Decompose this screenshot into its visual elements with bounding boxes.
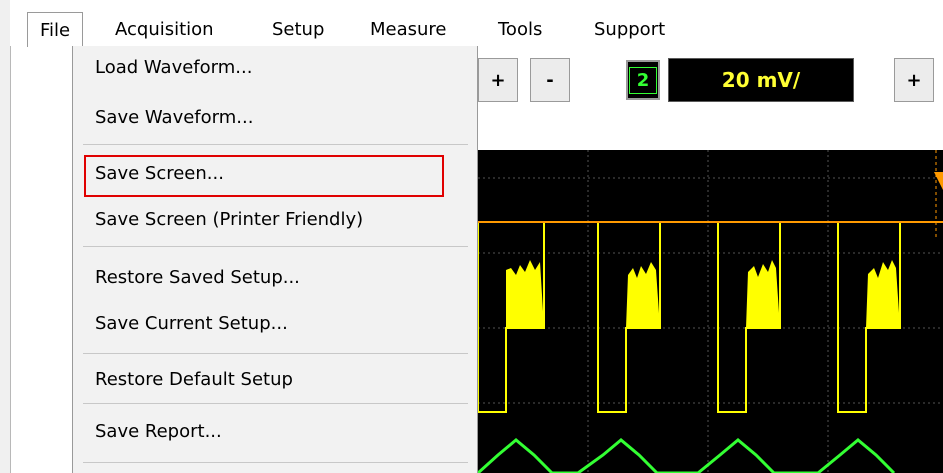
trigger-marker-icon — [934, 172, 943, 190]
window-left-edge — [0, 0, 11, 473]
menu-item-save-current-setup[interactable]: Save Current Setup... — [95, 306, 288, 342]
waveform-display — [478, 150, 943, 473]
menu-file[interactable]: File — [27, 12, 84, 47]
menu-item-restore-saved-setup[interactable]: Restore Saved Setup... — [95, 260, 300, 296]
menu-bar: File Acquisition Setup Measure Tools Sup… — [10, 0, 943, 47]
menu-measure[interactable]: Measure — [370, 16, 447, 44]
menu-support[interactable]: Support — [594, 16, 665, 44]
menu-separator — [83, 353, 468, 354]
menu-separator — [83, 144, 468, 145]
menu-tools[interactable]: Tools — [498, 16, 542, 44]
vertical-scale-display: 20 mV/ — [668, 58, 854, 102]
menu-item-load-waveform[interactable]: Load Waveform... — [95, 50, 252, 86]
channel-indicator[interactable]: 2 — [626, 60, 660, 100]
file-menu-dropdown: Load Waveform... Save Waveform... Save S… — [72, 46, 478, 473]
channel2-trace — [478, 438, 896, 473]
menu-separator — [83, 403, 468, 404]
save-screen-highlight-box — [84, 155, 444, 197]
timebase-decrease-button[interactable]: - — [530, 58, 570, 102]
channel-number: 2 — [628, 66, 658, 94]
menu-item-save-report[interactable]: Save Report... — [95, 414, 222, 450]
menu-acquisition[interactable]: Acquisition — [115, 16, 214, 44]
timebase-increase-button[interactable]: + — [478, 58, 518, 102]
menu-separator — [83, 246, 468, 247]
vertical-scale-increase-button[interactable]: + — [894, 58, 934, 102]
menu-item-restore-default-setup[interactable]: Restore Default Setup — [95, 362, 293, 398]
menu-separator — [83, 462, 468, 463]
menu-item-save-screen-printer-friendly[interactable]: Save Screen (Printer Friendly) — [95, 202, 363, 238]
waveform-canvas — [478, 150, 943, 473]
menu-item-save-waveform[interactable]: Save Waveform... — [95, 100, 253, 136]
menu-setup[interactable]: Setup — [272, 16, 324, 44]
vertical-controls-toolbar: + - 2 20 mV/ + — [478, 46, 943, 150]
channel1-fill-bursts — [506, 260, 900, 328]
